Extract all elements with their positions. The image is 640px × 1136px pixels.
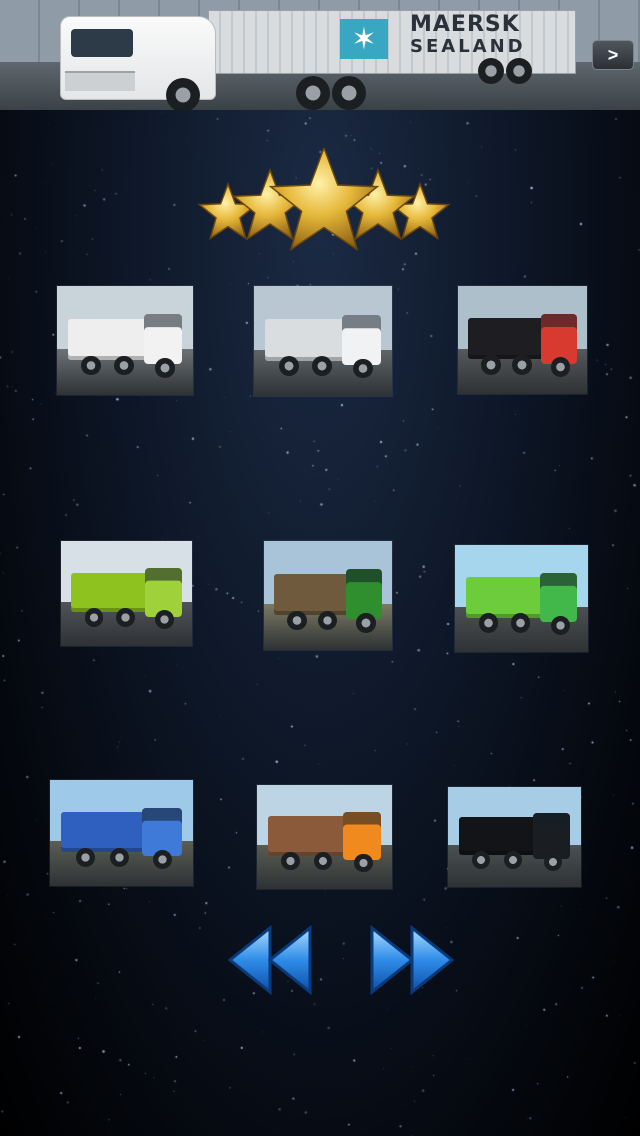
trailer-body (61, 811, 148, 853)
truck-cab (343, 812, 382, 860)
promo-banner[interactable]: ✶ MAERSK SEALAND > (0, 0, 640, 110)
wheel-icon (278, 356, 299, 377)
trailer-body (468, 318, 546, 360)
skin-thumbnail-green-front-cargo[interactable] (264, 541, 392, 650)
cab-window (71, 29, 133, 57)
wheel-icon (114, 355, 134, 376)
truck-cab (342, 314, 381, 366)
star-icon (389, 181, 451, 241)
wheel-icon (481, 355, 501, 375)
chevron-right-icon (410, 924, 455, 996)
wheel-icon (478, 613, 499, 633)
chevron-left-icon (227, 924, 272, 996)
previous-arrow-button[interactable]: previous (226, 920, 316, 1000)
cab-grille (65, 71, 135, 91)
chevron-right-icon (370, 924, 415, 996)
skin-thumbnail-green-trailer[interactable] (61, 541, 192, 646)
maersk-star-logo-icon: ✶ (340, 19, 388, 59)
truck-cab (141, 807, 182, 857)
wheel-icon (503, 851, 522, 869)
wheel-icon (471, 851, 490, 869)
wheel-icon (110, 847, 130, 867)
wheel-icon (287, 610, 307, 631)
skin-thumbnail-orange-flatbed[interactable] (257, 785, 392, 889)
trailer-body (465, 577, 546, 618)
wheel-icon (154, 357, 175, 378)
wheel-icon (116, 608, 135, 628)
skin-thumbnail-graffiti-trailer[interactable] (448, 787, 581, 887)
banner-next-button[interactable]: > (592, 40, 634, 70)
star-icon (197, 181, 259, 241)
wheel-icon (512, 355, 532, 375)
wheel-icon (354, 853, 373, 873)
skin-thumbnail-blue-orange-cargo[interactable] (50, 780, 193, 886)
wheel-icon (510, 613, 531, 633)
truck-cab (540, 572, 578, 623)
wheel-icon (506, 58, 532, 84)
skin-thumbnail-green-truck-road[interactable] (455, 545, 588, 652)
wheel-icon (311, 356, 332, 377)
trailer-body (458, 817, 539, 855)
wheel-icon (166, 78, 200, 110)
skin-thumbnail-maersk-container[interactable] (254, 286, 392, 396)
wheel-icon (550, 357, 571, 377)
wheel-icon (75, 847, 95, 867)
trailer-body (267, 816, 349, 856)
wheel-icon (356, 612, 376, 633)
wheel-icon (550, 615, 570, 635)
banner-brand-line2: SEALAND (410, 36, 526, 57)
chevron-left-icon (267, 924, 312, 996)
wheel-icon (478, 58, 504, 84)
banner-brand-line1: MAERSK (410, 12, 520, 37)
truck-cab (144, 314, 183, 365)
skin-thumbnail-cement-mixer[interactable] (57, 286, 193, 395)
wheel-icon (281, 851, 301, 871)
wheel-icon (543, 853, 562, 871)
trailer-body (67, 318, 150, 361)
trailer-body (265, 319, 348, 361)
skin-thumbnail-red-black-cargo[interactable] (458, 286, 587, 394)
wheel-icon (332, 76, 366, 110)
wheel-icon (152, 849, 173, 870)
next-arrow-button[interactable]: next (366, 920, 456, 1000)
trailer-body (274, 573, 352, 616)
truck-cab (345, 569, 382, 620)
trailer-body (71, 572, 151, 613)
wheel-icon (296, 76, 330, 110)
rating-stars (197, 148, 451, 252)
